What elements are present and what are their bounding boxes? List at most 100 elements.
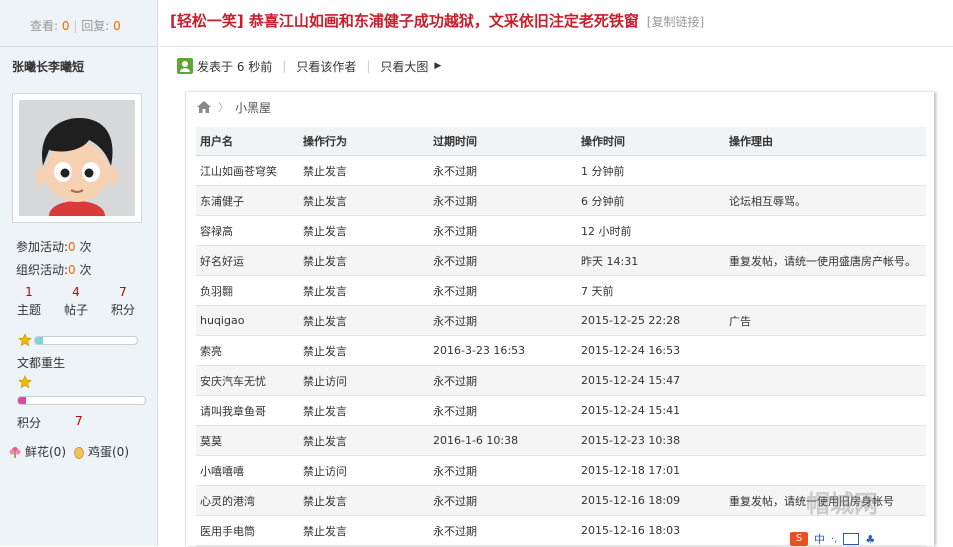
- cell-expire: 永不过期: [429, 215, 577, 246]
- system-tray: S 中 ·, ♣: [790, 532, 953, 546]
- breadcrumb-current[interactable]: 小黑屋: [235, 99, 271, 116]
- user-sidebar: 查看: 0 | 回复: 0 张曦长李曦短 参加活动:0 次 组织活动:0 次 1…: [0, 0, 158, 546]
- cell-reason: 广告: [725, 305, 926, 336]
- site-watermark: 帽城网: [806, 490, 878, 518]
- cell-expire: 2016-1-6 10:38: [429, 425, 577, 456]
- cell-reason: [725, 155, 926, 186]
- cell-time: 2015-12-24 15:47: [577, 365, 725, 396]
- stat-points-value: 7: [119, 285, 127, 299]
- avatar[interactable]: [12, 93, 142, 223]
- level-progress-bar: [34, 336, 138, 345]
- big-image-link[interactable]: 只看大图: [380, 58, 428, 75]
- cell-username[interactable]: 心灵的港湾: [196, 485, 299, 516]
- cell-username[interactable]: 莫莫: [196, 425, 299, 456]
- table-row: 江山如画苍穹笑 禁止发言 永不过期 1 分钟前: [196, 155, 926, 186]
- cell-time: 2015-12-18 17:01: [577, 455, 725, 486]
- language-indicator[interactable]: 中: [814, 531, 825, 547]
- cell-username[interactable]: huqigao: [196, 305, 299, 336]
- points-value: 7: [75, 414, 83, 428]
- post-title: [轻松一笑] 恭喜江山如画和东浦健子成功越狱，文采依旧注定老死铁窗: [170, 12, 639, 30]
- cell-expire: 永不过期: [429, 365, 577, 396]
- cell-time: 2015-12-16 18:03: [577, 515, 725, 546]
- online-user-icon: [177, 58, 193, 74]
- activity-org: 组织活动:0 次: [16, 261, 92, 278]
- activity-join-label: 参加活动:: [16, 240, 69, 254]
- meta-separator: |: [282, 59, 287, 73]
- copy-link-button[interactable]: [复制链接]: [647, 15, 704, 29]
- rank-progress-bar: [17, 396, 146, 405]
- cell-action: 禁止发言: [299, 215, 429, 246]
- reply-count: 0: [113, 19, 121, 33]
- cell-username[interactable]: 索亮: [196, 335, 299, 366]
- cell-username[interactable]: 东浦健子: [196, 185, 299, 216]
- meta-separator: |: [366, 59, 371, 73]
- col-time: 操作时间: [577, 127, 725, 156]
- stat-posts[interactable]: 4 帖子: [56, 285, 96, 318]
- breadcrumb: 〉 小黑屋: [196, 97, 271, 117]
- cell-reason: [725, 365, 926, 396]
- flower-label: 鲜花(0): [25, 445, 66, 459]
- cell-expire: 永不过期: [429, 245, 577, 276]
- rank-name[interactable]: 文都重生: [17, 354, 65, 371]
- stat-threads[interactable]: 1 主题: [9, 285, 49, 318]
- cell-username[interactable]: 医用手电筒: [196, 515, 299, 546]
- cell-time: 2015-12-23 10:38: [577, 425, 725, 456]
- points-label: 积分: [17, 416, 42, 430]
- cell-time: 6 分钟前: [577, 185, 725, 216]
- cell-time: 2015-12-16 18:09: [577, 485, 725, 516]
- ime-icon[interactable]: S: [790, 532, 808, 546]
- cell-reason: [725, 335, 926, 366]
- settings-icon[interactable]: ♣: [865, 533, 875, 546]
- table-header-row: 用户名 操作行为 过期时间 操作时间 操作理由: [196, 127, 926, 156]
- thread-stats: 查看: 0 | 回复: 0: [0, 0, 157, 47]
- soft-keyboard-icon[interactable]: [843, 533, 860, 545]
- home-icon[interactable]: [196, 100, 212, 114]
- cell-reason: [725, 425, 926, 456]
- cell-username[interactable]: 安庆汽车无忧: [196, 365, 299, 396]
- divider: [160, 46, 953, 47]
- stat-points[interactable]: 7 积分: [103, 285, 143, 318]
- table-row: 好名好运 禁止发言 永不过期 昨天 14:31 重复发帖，请统一使用盛唐房产帐号。: [196, 245, 926, 276]
- cell-time: 12 小时前: [577, 215, 725, 246]
- cell-expire: 永不过期: [429, 395, 577, 426]
- egg-label: 鸡蛋(0): [88, 445, 129, 459]
- cell-reason: 论坛相互辱骂。: [725, 185, 926, 216]
- col-expire: 过期时间: [429, 127, 577, 156]
- table-row: 容禄高 禁止发言 永不过期 12 小时前: [196, 215, 926, 246]
- table-row: 莫莫 禁止发言 2016-1-6 10:38 2015-12-23 10:38: [196, 425, 926, 456]
- cell-username[interactable]: 负羽翾: [196, 275, 299, 306]
- only-author-link[interactable]: 只看该作者: [296, 58, 356, 75]
- cell-action: 禁止访问: [299, 365, 429, 396]
- blacklist-panel: 〉 小黑屋 用户名 操作行为 过期时间 操作时间 操作理由 江山如画苍穹笑 禁止发…: [185, 92, 934, 546]
- table-row: 小嘻嘻嘻 禁止访问 永不过期 2015-12-18 17:01: [196, 455, 926, 486]
- stat-points-label: 积分: [110, 303, 135, 317]
- cell-expire: 永不过期: [429, 275, 577, 306]
- activity-org-count: 0: [68, 263, 76, 277]
- activity-join-unit: 次: [79, 240, 92, 254]
- view-count: 0: [61, 19, 70, 33]
- cell-username[interactable]: 江山如画苍穹笑: [196, 155, 299, 186]
- cell-reason: [725, 395, 926, 426]
- cell-time: 7 天前: [577, 275, 725, 306]
- cell-username[interactable]: 好名好运: [196, 245, 299, 276]
- cell-action: 禁止发言: [299, 305, 429, 336]
- egg-button[interactable]: 鸡蛋(0): [73, 443, 129, 460]
- rank-progress-fill: [18, 397, 26, 404]
- col-username: 用户名: [196, 127, 299, 156]
- flower-button[interactable]: 鲜花(0): [8, 443, 66, 460]
- cell-username[interactable]: 容禄高: [196, 215, 299, 246]
- cell-username[interactable]: 小嘻嘻嘻: [196, 455, 299, 486]
- cell-action: 禁止访问: [299, 455, 429, 486]
- stat-threads-value: 1: [25, 285, 33, 299]
- rank-star-icon: [18, 375, 32, 389]
- author-username[interactable]: 张曦长李曦短: [12, 58, 84, 75]
- view-reply-counts: 查看: 0 | 回复: 0: [30, 19, 121, 33]
- cell-action: 禁止发言: [299, 245, 429, 276]
- punctuation-icon[interactable]: ·,: [831, 534, 837, 545]
- cell-time: 昨天 14:31: [577, 245, 725, 276]
- table-row: 请叫我章鱼哥 禁止发言 永不过期 2015-12-24 15:41: [196, 395, 926, 426]
- cell-username[interactable]: 请叫我章鱼哥: [196, 395, 299, 426]
- col-action: 操作行为: [299, 127, 429, 156]
- cell-time: 2015-12-24 15:41: [577, 395, 725, 426]
- level-progress-fill: [35, 337, 44, 344]
